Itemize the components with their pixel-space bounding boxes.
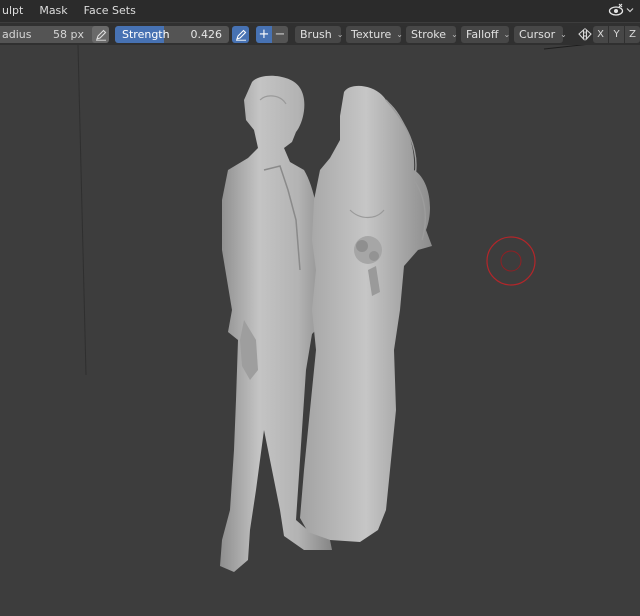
falloff-dropdown-label: Falloff [466, 28, 499, 41]
menu-sculpt[interactable]: ulpt [0, 0, 31, 22]
symmetry-x-toggle[interactable]: X [593, 26, 608, 43]
texture-dropdown[interactable]: Texture ⌄ [346, 26, 403, 43]
view-options[interactable] [608, 3, 634, 17]
chevron-down-icon: ⌄ [451, 30, 458, 39]
direction-add-button[interactable]: + [256, 26, 272, 43]
brush-cursor-icon [486, 236, 536, 286]
radius-field[interactable]: adius 58 px [0, 26, 102, 43]
cursor-dropdown-label: Cursor [519, 28, 556, 41]
brush-dropdown-label: Brush [300, 28, 332, 41]
radius-pressure-toggle[interactable] [92, 26, 109, 43]
chevron-down-icon[interactable] [626, 6, 634, 14]
chevron-down-icon: ⌄ [560, 30, 567, 39]
stroke-dropdown[interactable]: Stroke ⌄ [406, 26, 458, 43]
cursor-dropdown[interactable]: Cursor ⌄ [514, 26, 567, 43]
menubar: ulpt Mask Face Sets [0, 0, 640, 22]
chevron-down-icon: ⌄ [396, 30, 403, 39]
view-eye-icon[interactable] [608, 3, 624, 17]
strength-label: Strength [122, 28, 170, 41]
brush-dropdown[interactable]: Brush ⌄ [295, 26, 344, 43]
strength-value: 0.426 [190, 28, 223, 41]
strength-field[interactable]: Strength 0.426 [115, 26, 229, 43]
falloff-dropdown[interactable]: Falloff ⌄ [461, 26, 511, 43]
menu-face-sets[interactable]: Face Sets [76, 0, 144, 22]
stroke-dropdown-label: Stroke [411, 28, 447, 41]
pen-pressure-icon [235, 29, 246, 41]
sculpt-mesh-couple[interactable] [200, 70, 460, 590]
chevron-down-icon: ⌄ [503, 30, 511, 39]
pen-pressure-icon [95, 29, 106, 41]
chevron-down-icon: ⌄ [336, 30, 344, 39]
mirror-symmetry-icon[interactable] [577, 27, 593, 43]
symmetry-z-toggle[interactable]: Z [625, 26, 640, 43]
texture-dropdown-label: Texture [351, 28, 392, 41]
radius-value: 58 px [53, 28, 84, 41]
menu-mask[interactable]: Mask [31, 0, 75, 22]
radius-label: adius [2, 28, 32, 41]
direction-subtract-button[interactable]: − [272, 26, 288, 43]
strength-pressure-toggle[interactable] [232, 26, 249, 43]
symmetry-y-toggle[interactable]: Y [609, 26, 624, 43]
